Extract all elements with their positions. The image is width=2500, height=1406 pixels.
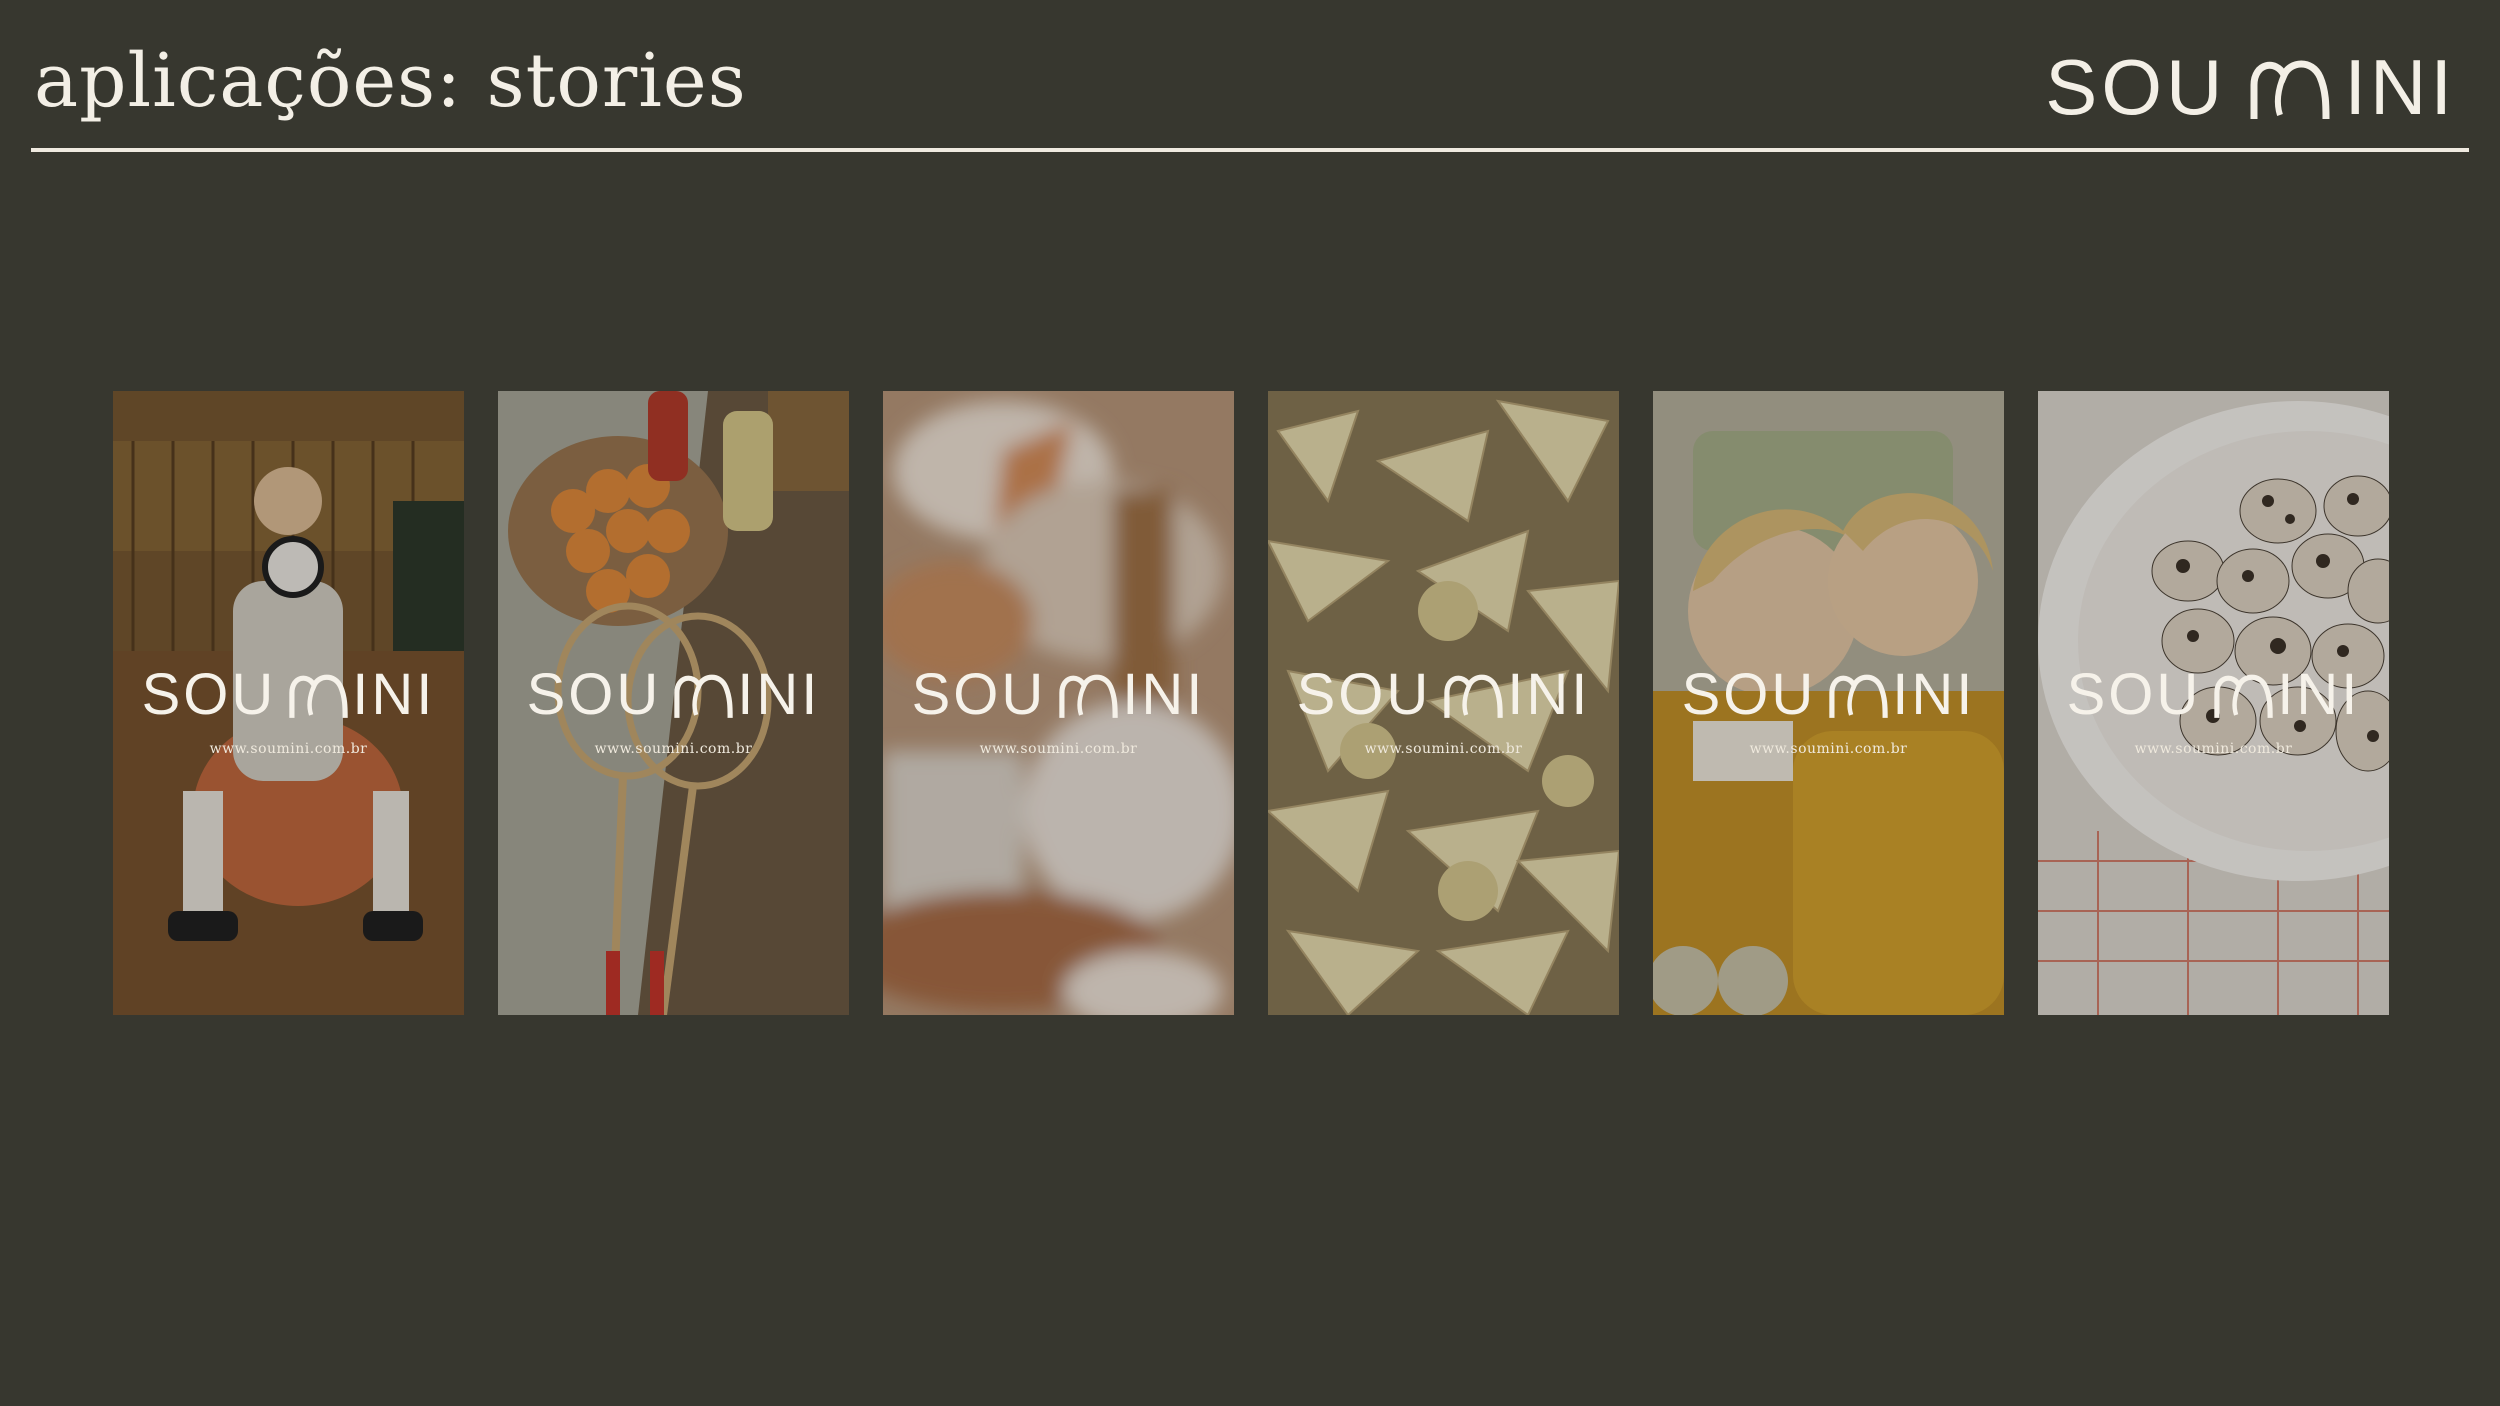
story-card: SOU INI www.soumini.com.br bbox=[113, 391, 464, 1015]
story-logo-ini: INI bbox=[1507, 662, 1591, 727]
story-logo-m-mark bbox=[289, 674, 348, 718]
story-logo-sou: SOU bbox=[1296, 662, 1432, 727]
story-logo-sou: SOU bbox=[911, 662, 1047, 727]
story-card: SOU INI www.soumini.com.br bbox=[883, 391, 1234, 1015]
story-card: SOU INI www.soumini.com.br bbox=[1268, 391, 1619, 1015]
story-logo-ini: INI bbox=[352, 662, 436, 727]
story-logo-m-mark bbox=[674, 674, 733, 718]
story-logo-sou: SOU bbox=[1681, 662, 1817, 727]
story-logo: SOU INI bbox=[1653, 661, 2004, 728]
story-url: www.soumini.com.br bbox=[1749, 741, 1908, 757]
story-url: www.soumini.com.br bbox=[209, 741, 368, 757]
story-logo: SOU INI bbox=[883, 661, 1234, 728]
story-logo-ini: INI bbox=[2277, 662, 2361, 727]
story-card: SOU INI www.soumini.com.br bbox=[498, 391, 849, 1015]
story-url: www.soumini.com.br bbox=[1364, 741, 1523, 757]
story-url: www.soumini.com.br bbox=[2134, 741, 2293, 757]
story-card: SOU INI www.soumini.com.br bbox=[1653, 391, 2004, 1015]
brand-logo: SOU INI bbox=[2045, 42, 2456, 133]
story-card: SOU INI www.soumini.com.br bbox=[2038, 391, 2389, 1015]
story-logo: SOU INI bbox=[113, 661, 464, 728]
brand-logo-ini: INI bbox=[2344, 43, 2456, 131]
brand-logo-sou: SOU bbox=[2045, 43, 2227, 131]
story-logo-sou: SOU bbox=[526, 662, 662, 727]
story-logo-ini: INI bbox=[1122, 662, 1206, 727]
story-url: www.soumini.com.br bbox=[979, 741, 1138, 757]
story-logo-sou: SOU bbox=[2066, 662, 2202, 727]
page-title: aplicações: stories bbox=[34, 38, 747, 124]
story-logo-m-mark bbox=[2214, 674, 2273, 718]
brand-logo-m-mark bbox=[2246, 55, 2338, 121]
story-logo-ini: INI bbox=[737, 662, 821, 727]
story-logo-ini: INI bbox=[1892, 662, 1976, 727]
story-url: www.soumini.com.br bbox=[594, 741, 753, 757]
story-logo-sou: SOU bbox=[141, 662, 277, 727]
story-logo: SOU INI bbox=[1268, 661, 1619, 728]
story-logo: SOU INI bbox=[2038, 661, 2389, 728]
story-logo: SOU INI bbox=[498, 661, 849, 728]
story-logo-m-mark bbox=[1059, 674, 1118, 718]
stories-row: SOU INI www.soumini.com.br SOU INI www.s… bbox=[113, 391, 2389, 1015]
story-logo-m-mark bbox=[1444, 674, 1503, 718]
story-logo-m-mark bbox=[1829, 674, 1888, 718]
header-divider bbox=[31, 148, 2469, 152]
